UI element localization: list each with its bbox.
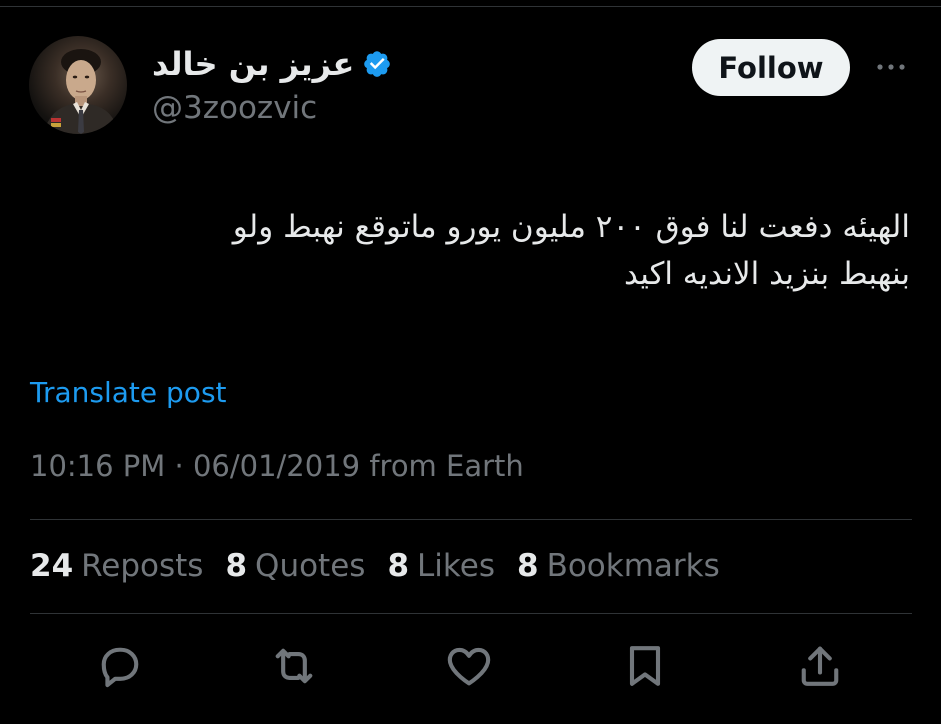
avatar[interactable] (29, 36, 127, 134)
divider (30, 519, 912, 520)
quotes-label: Quotes (255, 548, 366, 584)
bookmark-button[interactable] (619, 640, 671, 692)
author-handle[interactable]: @3zoozvic (152, 90, 317, 126)
share-button[interactable] (794, 640, 846, 692)
likes-stat[interactable]: 8 Likes (387, 548, 495, 588)
action-bar (0, 640, 941, 700)
tweet-timestamp[interactable]: 10:16 PM · 06/01/2019 from Earth (30, 449, 524, 483)
repost-button[interactable] (268, 640, 320, 692)
likes-label: Likes (417, 548, 495, 584)
reposts-label: Reposts (81, 548, 204, 584)
heart-icon (447, 647, 491, 686)
tweet-text: الهيئه دفعت لنا فوق ٢٠٠ مليون يورو ماتوق… (30, 204, 910, 298)
like-button[interactable] (443, 640, 495, 692)
share-icon (801, 646, 839, 686)
bookmarks-stat[interactable]: 8 Bookmarks (517, 548, 720, 588)
likes-count: 8 (387, 548, 410, 584)
avatar-image (43, 49, 119, 134)
tweet-text-line: الهيئه دفعت لنا فوق ٢٠٠ مليون يورو ماتوق… (232, 209, 910, 245)
bookmark-icon (629, 646, 661, 686)
author-name-row: عزيز بن خالد (152, 40, 392, 88)
divider (30, 613, 912, 614)
more-icon[interactable] (874, 56, 908, 78)
quotes-count: 8 (225, 548, 248, 584)
reply-button[interactable] (94, 640, 146, 692)
bookmarks-count: 8 (517, 548, 539, 584)
tweet-text-line: بنهبط بنزيد الانديه اكيد (623, 256, 910, 292)
verified-badge-icon (364, 51, 391, 77)
follow-button[interactable]: Follow (692, 39, 850, 96)
engagement-stats: 24 Reposts 8 Quotes 8 Likes 8 Bookmarks (30, 548, 720, 588)
reposts-count: 24 (30, 548, 74, 584)
top-divider (0, 0, 941, 7)
translate-post-link[interactable]: Translate post (30, 376, 227, 409)
bookmarks-label: Bookmarks (546, 548, 720, 584)
repost-icon (275, 648, 313, 684)
reposts-stat[interactable]: 24 Reposts (30, 548, 203, 588)
author-display-name[interactable]: عزيز بن خالد (152, 45, 354, 83)
quotes-stat[interactable]: 8 Quotes (225, 548, 365, 588)
reply-icon (101, 647, 139, 688)
